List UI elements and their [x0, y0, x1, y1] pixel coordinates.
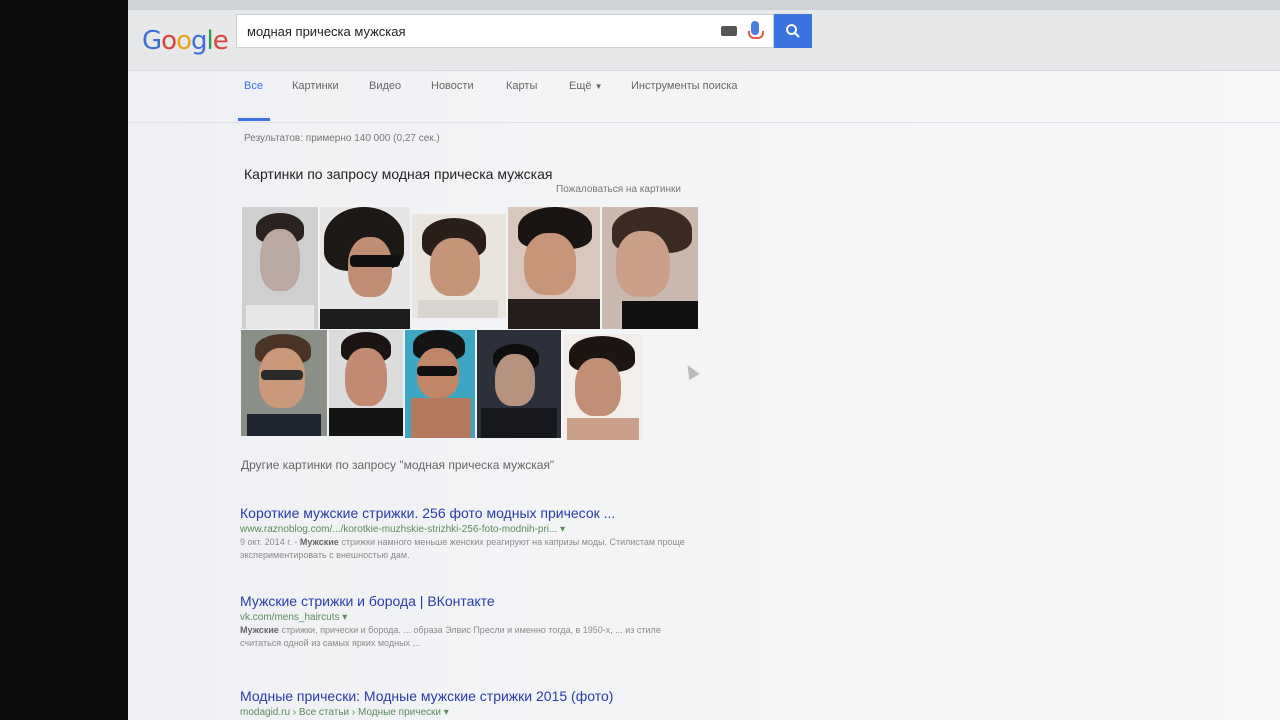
image-thumbnail[interactable]	[242, 207, 318, 329]
search-input[interactable]: модная прическа мужская	[236, 14, 774, 48]
search-query[interactable]: модная прическа мужская	[247, 24, 406, 39]
tab-video[interactable]: Видео	[369, 80, 401, 92]
microphone-icon[interactable]	[748, 21, 764, 39]
tab-search-tools[interactable]: Инструменты поиска	[631, 80, 738, 92]
images-heading[interactable]: Картинки по запросу модная прическа мужс…	[244, 166, 552, 182]
snippet-highlight: Мужские	[240, 625, 279, 635]
active-tab-indicator	[238, 118, 270, 121]
search-result: Мужские стрижки и борода | ВКонтакте vk.…	[240, 593, 700, 650]
result-url-text: modagid.ru › Все статьи › Модные прическ…	[240, 707, 441, 718]
result-url: www.raznoblog.com/.../korotkie-muzhskie-…	[240, 524, 700, 535]
tab-more[interactable]: Ещё ▼	[569, 80, 603, 92]
result-url-text: www.raznoblog.com/.../korotkie-muzhskie-…	[240, 524, 558, 535]
search-button[interactable]	[774, 14, 812, 48]
search-icon	[786, 24, 800, 38]
image-thumbnail[interactable]	[412, 214, 506, 318]
report-images-link[interactable]: Пожаловаться на картинки	[556, 184, 681, 195]
result-url: vk.com/mens_haircuts ▾	[240, 612, 700, 623]
snippet-text: стрижки, прически и борода. ... образа Э…	[240, 625, 661, 648]
result-stats: Результатов: примерно 140 000 (0,27 сек.…	[244, 133, 440, 144]
chevron-down-icon[interactable]: ▾	[342, 612, 347, 623]
more-images-link[interactable]: Другие картинки по запросу "модная приче…	[241, 458, 554, 472]
mouse-cursor-icon	[682, 361, 700, 381]
result-url: modagid.ru › Все статьи › Модные прическ…	[240, 707, 613, 718]
image-thumbnail[interactable]	[508, 207, 600, 329]
image-thumbnail[interactable]	[329, 330, 403, 436]
chevron-down-icon[interactable]: ▾	[560, 524, 565, 535]
image-thumbnail[interactable]	[320, 207, 410, 329]
image-thumbnail[interactable]	[563, 334, 643, 440]
tab-all[interactable]: Все	[244, 80, 263, 92]
result-title-link[interactable]: Модные прически: Модные мужские стрижки …	[240, 688, 613, 704]
result-title-link[interactable]: Короткие мужские стрижки. 256 фото модны…	[240, 505, 700, 521]
keyboard-icon[interactable]	[721, 26, 737, 36]
image-thumbnail[interactable]	[602, 207, 698, 329]
result-url-text: vk.com/mens_haircuts	[240, 612, 340, 623]
google-logo[interactable]: Google	[142, 26, 229, 56]
result-snippet: 9 окт. 2014 г. - Мужские стрижки намного…	[240, 537, 685, 560]
result-snippet: Мужские стрижки, прически и борода. ... …	[240, 624, 700, 650]
tab-images[interactable]: Картинки	[292, 80, 339, 92]
image-thumbnail[interactable]	[477, 330, 561, 438]
chevron-down-icon[interactable]: ▾	[444, 707, 449, 718]
result-title-link[interactable]: Мужские стрижки и борода | ВКонтакте	[240, 593, 700, 609]
browser-screen: Google модная прическа мужская Все Карти…	[128, 0, 1280, 720]
search-header: Google модная прическа мужская	[128, 10, 1280, 71]
search-result: Короткие мужские стрижки. 256 фото модны…	[240, 505, 700, 562]
search-result: Модные прически: Модные мужские стрижки …	[240, 688, 613, 718]
divider	[128, 122, 1280, 123]
result-date: 9 окт. 2014 г.	[240, 537, 292, 547]
image-thumbnail[interactable]	[405, 330, 475, 438]
tab-more-label: Ещё	[569, 80, 592, 92]
image-thumbnail[interactable]	[241, 330, 327, 436]
tab-maps[interactable]: Карты	[506, 80, 537, 92]
snippet-highlight: Мужские	[299, 537, 339, 547]
tab-news[interactable]: Новости	[431, 80, 474, 92]
chevron-down-icon: ▼	[594, 82, 603, 91]
